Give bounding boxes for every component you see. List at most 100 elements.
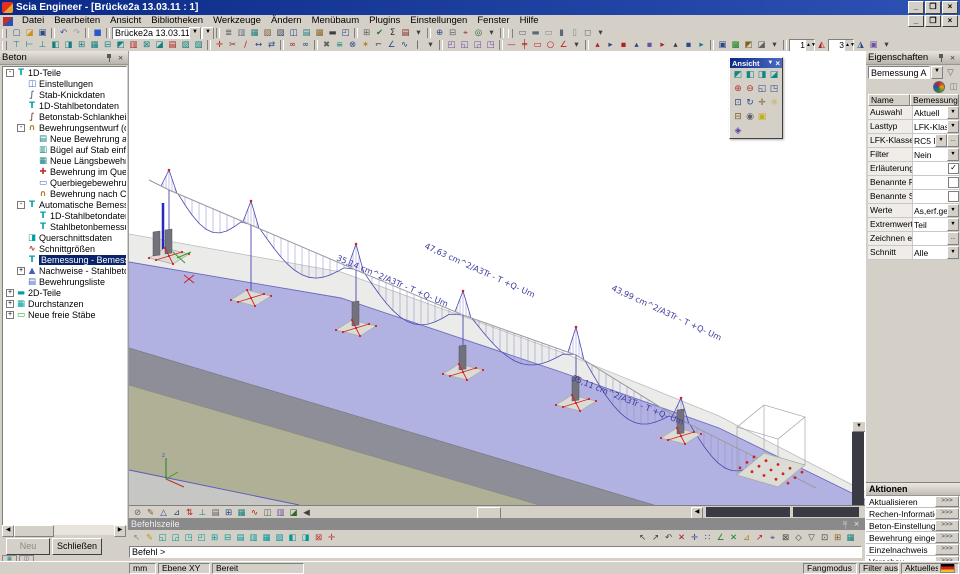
more-options-icon[interactable]: ▾ <box>594 28 607 39</box>
load-tool-icon[interactable]: ▤ <box>166 40 179 51</box>
workplane-icon[interactable]: ⊞ <box>831 533 844 544</box>
clipboard-icon[interactable]: ⊟ <box>446 28 459 39</box>
snap-cross-icon[interactable]: ✕ <box>727 533 740 544</box>
snap-face-icon[interactable]: ▧ <box>273 533 286 544</box>
property-value[interactable]: LFK-Klasse▼ <box>913 120 959 133</box>
beam-tool-icon[interactable]: ⊢ <box>23 40 36 51</box>
scroll-left-icon[interactable]: ◀ <box>2 525 14 537</box>
aktion-execute-button[interactable]: >>> <box>935 496 959 507</box>
angle-draw-icon[interactable]: ∠ <box>557 40 570 51</box>
tracking-icon[interactable]: ↗ <box>753 533 766 544</box>
dropdown-icon[interactable]: ▼ <box>947 218 959 231</box>
menu-item-3[interactable]: Ansicht <box>105 15 146 27</box>
project-combo-dropdown-icon[interactable]: ▼ <box>189 27 201 39</box>
select-cursor-icon[interactable]: ↖ <box>130 533 143 544</box>
colors-icon[interactable]: ▩ <box>729 40 742 51</box>
profile-icon[interactable]: ◎ <box>472 28 485 39</box>
grid-settings-icon[interactable]: ▦ <box>844 533 857 544</box>
filter-check-icon[interactable]: ▽ <box>944 67 957 78</box>
save-view-icon[interactable]: ▣ <box>716 40 729 51</box>
weld-icon[interactable]: ✖ <box>320 40 333 51</box>
zoom-all-icon[interactable]: ◳ <box>768 83 780 95</box>
subregion-tool-icon[interactable]: ▦ <box>88 40 101 51</box>
image-icon[interactable]: ▩ <box>313 28 326 39</box>
menu-item-8[interactable]: Plugins <box>364 15 405 27</box>
model-viewport[interactable]: z35,14 cm^2/A3Tr - T +Q- Um47,63 cm^2/A3… <box>128 51 865 518</box>
layer-current-icon[interactable]: ◮ <box>854 40 867 51</box>
snap-intersection-icon[interactable]: ⊞ <box>208 533 221 544</box>
wireframe-view-icon[interactable]: ▭ <box>516 28 529 39</box>
aktion-execute-button[interactable]: >>> <box>935 520 959 531</box>
anchor-3-icon[interactable]: ▪ <box>617 40 630 51</box>
render-settings-icon[interactable]: ◩ <box>742 40 755 51</box>
property-value[interactable]: Teil▼ <box>913 218 959 231</box>
view-axo-icon[interactable]: ◩ <box>732 69 744 81</box>
dimension-line-icon[interactable]: — <box>505 40 518 51</box>
more-options-icon[interactable]: ▾ <box>485 28 498 39</box>
more-options-icon[interactable]: ▾ <box>570 40 583 51</box>
neu-button[interactable]: Neu <box>6 538 50 555</box>
snap-perpendicular-icon[interactable]: ⊟ <box>221 533 234 544</box>
aktion-execute-button[interactable]: >>> <box>935 508 959 519</box>
tree-expander-icon[interactable]: - <box>6 69 14 77</box>
viewport-hscroll-track2[interactable] <box>793 507 859 517</box>
camera-icon[interactable]: ◉ <box>744 111 756 123</box>
property-row[interactable]: LFK-KlasseRC5 NL▼… <box>868 134 959 148</box>
tree-item[interactable]: -TAutomatische Bemessung <box>3 199 126 210</box>
undo-icon[interactable]: ↶ <box>57 28 70 39</box>
haunch-tool-icon[interactable]: ◩ <box>114 40 127 51</box>
move-icon[interactable]: ✛ <box>213 40 226 51</box>
tree-item[interactable]: ▦Neue Längsbewehrung auf <box>3 155 126 166</box>
menu-item-10[interactable]: Fenster <box>472 15 514 27</box>
zoom-in-icon[interactable]: ⊕ <box>732 83 744 95</box>
supports-toggle-icon[interactable]: ⊥ <box>196 507 209 518</box>
opening-tool-icon[interactable]: ⊞ <box>75 40 88 51</box>
more-options-icon[interactable]: ▾ <box>412 28 425 39</box>
tree-expander-icon[interactable]: + <box>6 311 14 319</box>
menu-item-7[interactable]: Menübaum <box>307 15 365 27</box>
grid-header-name[interactable]: Name <box>868 94 910 106</box>
solver-icon[interactable]: Σ <box>386 28 399 39</box>
activity-window-2-icon[interactable]: ◱ <box>458 40 471 51</box>
more-options-icon[interactable]: ▾ <box>424 40 437 51</box>
property-value[interactable]: Nein▼ <box>913 148 959 161</box>
dropdown-icon[interactable]: ▼ <box>947 120 959 133</box>
status-units[interactable]: mm <box>129 563 156 574</box>
results-toggle-icon[interactable]: ∿ <box>248 507 261 518</box>
labels-toggle-icon[interactable]: ▤ <box>209 507 222 518</box>
select-lock-icon[interactable]: ⊡ <box>818 533 831 544</box>
ellipsis-icon[interactable]: … <box>947 232 959 245</box>
palette-menu-icon[interactable]: ▼ <box>767 60 773 66</box>
copy-picture-icon[interactable]: ▥ <box>235 28 248 39</box>
color-palette-icon[interactable] <box>933 81 945 93</box>
aktion-row[interactable]: Bewehrung eingeben>>> <box>866 532 960 544</box>
property-row[interactable]: Erläuterung v...✓ <box>868 162 959 176</box>
loads-toggle-icon[interactable]: ⇅ <box>183 507 196 518</box>
property-row[interactable]: FilterNein▼ <box>868 148 959 162</box>
anchor-9-icon[interactable]: ▸ <box>695 40 708 51</box>
redo-icon[interactable]: ↷ <box>70 28 83 39</box>
menu-item-4[interactable]: Bibliotheken <box>146 15 208 27</box>
property-value[interactable] <box>913 176 959 189</box>
history-dropdown-icon[interactable]: ▼ <box>202 27 214 39</box>
tendon-tool-icon[interactable]: ▨ <box>192 40 205 51</box>
view-flat-icon[interactable]: ▯ <box>568 28 581 39</box>
grayscale-icon[interactable]: ◫ <box>947 81 960 92</box>
tree-hscrollbar[interactable]: ◀ ▶ <box>2 525 126 535</box>
snap-endpoint-icon[interactable]: ◱ <box>156 533 169 544</box>
view-yz-icon[interactable]: ◨ <box>756 69 768 81</box>
disconnect-members-icon[interactable]: ∞ <box>299 40 312 51</box>
layers-icon[interactable]: ≣ <box>222 28 235 39</box>
view-settings-icon[interactable]: ▣ <box>756 111 768 123</box>
anchor-1-icon[interactable]: ▴ <box>591 40 604 51</box>
zoom-out-icon[interactable]: ⊖ <box>744 83 756 95</box>
activity-toggle-icon[interactable]: ◭ <box>815 40 828 51</box>
tree-item[interactable]: T1D-Stahlbetondaten <box>3 100 126 111</box>
open-folder-icon[interactable]: ◪ <box>23 28 36 39</box>
numbers-toggle-icon[interactable]: ⊞ <box>222 507 235 518</box>
sections-toggle-icon[interactable]: ◫ <box>261 507 274 518</box>
dimension-chain-icon[interactable]: ╪ <box>518 40 531 51</box>
menu-item-1[interactable]: Datei <box>17 15 49 27</box>
tree-expander-icon[interactable]: + <box>6 289 14 297</box>
status-plane[interactable]: Ebene XY <box>158 563 210 574</box>
